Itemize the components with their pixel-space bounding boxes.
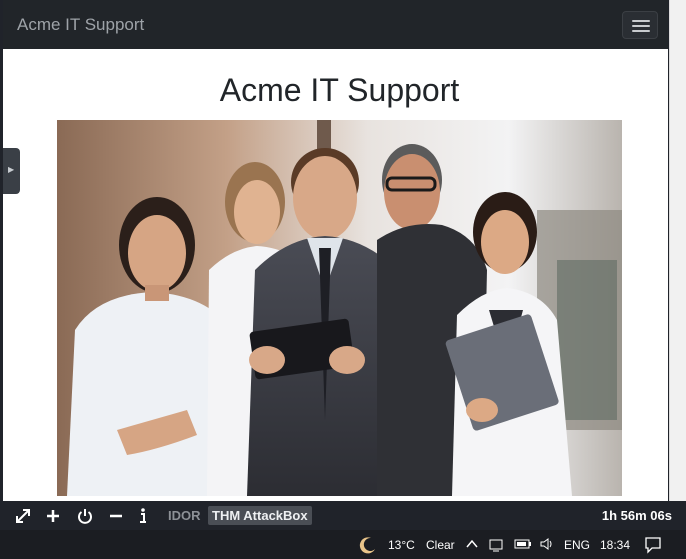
notification-icon[interactable]	[644, 536, 662, 557]
attackbox-control-bar: IDOR THM AttackBox 1h 56m 06s	[0, 503, 686, 529]
windows-taskbar: 13°C Clear ENG 18:34	[0, 530, 686, 559]
scrollbar[interactable]	[669, 0, 686, 501]
moon-weather-icon[interactable]	[358, 535, 378, 558]
speaker-icon[interactable]	[539, 537, 555, 554]
minus-icon[interactable]	[107, 507, 127, 525]
page-title: Acme IT Support	[219, 72, 460, 108]
team-photo	[57, 120, 622, 496]
info-icon[interactable]	[136, 507, 156, 525]
network-icon[interactable]	[488, 537, 506, 556]
battery-icon[interactable]	[514, 538, 532, 553]
navbar: Acme IT Support	[3, 0, 668, 49]
chevron-up-icon[interactable]	[466, 538, 478, 553]
power-icon[interactable]	[76, 507, 96, 525]
attackbox-tag[interactable]: THM AttackBox	[208, 506, 312, 525]
fullscreen-icon[interactable]	[14, 507, 34, 525]
clock[interactable]: 18:34	[600, 538, 630, 552]
navbar-brand[interactable]: Acme IT Support	[17, 15, 144, 35]
weather-temperature[interactable]: 13°C	[388, 538, 415, 552]
remote-desktop-frame: Acme IT Support Acme IT Support ▶ IDOR T…	[0, 0, 686, 559]
website-viewport: Acme IT Support Acme IT Support	[3, 0, 668, 501]
language-indicator[interactable]: ENG	[564, 538, 590, 552]
plus-icon[interactable]	[44, 507, 64, 525]
session-timer: 1h 56m 06s	[601, 508, 672, 523]
hamburger-menu-icon[interactable]	[622, 11, 658, 39]
side-panel-toggle[interactable]: ▶	[3, 148, 20, 194]
room-tag-idor[interactable]: IDOR	[168, 508, 201, 523]
weather-condition[interactable]: Clear	[426, 538, 455, 552]
